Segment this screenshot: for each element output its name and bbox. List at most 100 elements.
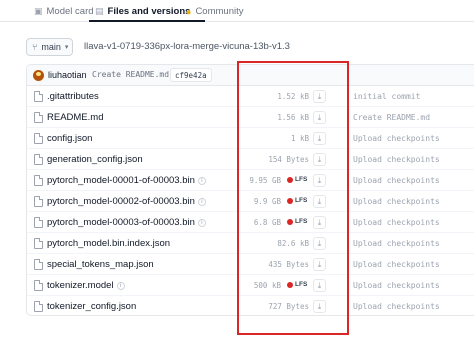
file-size: 9.95 GB (249, 176, 281, 185)
download-icon[interactable]: ⤓ (313, 258, 326, 271)
file-table: liuhaotian Create README.md cf9e42a .git… (26, 64, 474, 316)
file-name-text[interactable]: config.json (47, 133, 92, 144)
file-commit-message[interactable]: Upload checkpoints (353, 281, 440, 290)
download-icon[interactable]: ⤓ (313, 174, 326, 187)
file-commit-message[interactable]: initial commit (353, 92, 420, 101)
lfs-badge: LFS (287, 176, 307, 183)
file-row[interactable]: tokenizer_config.json 727 Bytes ⤓ Upload ch… (27, 296, 474, 315)
file-commit-message[interactable]: Upload checkpoints (353, 134, 440, 143)
file-name-text[interactable]: generation_config.json (47, 154, 143, 165)
download-icon[interactable]: ⤓ (313, 195, 326, 208)
tab-community[interactable]: ● Community (186, 3, 243, 20)
file-commit-message[interactable]: Upload checkpoints (353, 155, 440, 164)
lfs-icon (287, 176, 293, 183)
file-icon (34, 301, 43, 312)
commit-message[interactable]: Create README.md (92, 70, 169, 79)
file-name-text[interactable]: pytorch_model-00002-of-00003.bin (47, 196, 195, 207)
file-icon (34, 133, 43, 144)
download-icon[interactable]: ⤓ (313, 300, 326, 313)
file-name-text[interactable]: tokenizer.model (47, 280, 114, 291)
branch-icon: ⑂ (32, 42, 38, 52)
file-size: 435 Bytes (268, 260, 309, 269)
lfs-icon (287, 281, 293, 288)
download-icon[interactable]: ⤓ (313, 90, 326, 103)
file-name[interactable]: generation_config.json (47, 154, 143, 165)
tab-model-card[interactable]: ▣ Model card (34, 3, 94, 20)
info-icon[interactable]: i (197, 198, 206, 206)
file-row[interactable]: README.md 1.56 kB ⤓ Create README.md (27, 107, 474, 128)
avatar[interactable] (33, 70, 44, 81)
file-name[interactable]: tokenizer_config.json (47, 301, 136, 312)
file-icon (34, 196, 43, 207)
commit-author[interactable]: liuhaotian (48, 70, 87, 80)
download-icon[interactable]: ⤓ (313, 132, 326, 145)
tab-model-card-label: Model card (46, 6, 94, 17)
tab-files-label: Files and versions (107, 6, 191, 17)
lfs-badge: LFS (287, 281, 307, 288)
file-name[interactable]: pytorch_model-00001-of-00003.bin i (47, 175, 206, 186)
file-row[interactable]: config.json 1 kB ⤓ Upload checkpoints (27, 128, 474, 149)
download-icon[interactable]: ⤓ (313, 111, 326, 124)
file-size: 1 kB (290, 134, 309, 143)
info-icon[interactable]: i (116, 282, 125, 290)
file-size: 9.9 GB (253, 197, 281, 206)
file-icon (34, 238, 43, 249)
file-row[interactable]: pytorch_model-00003-of-00003.bin i 6.8 GB L… (27, 212, 474, 233)
file-name[interactable]: config.json (47, 133, 92, 144)
file-row[interactable]: generation_config.json 154 Bytes ⤓ Upload c… (27, 149, 474, 170)
repo-path: llava-v1-0719-336px-lora-merge-vicuna-13… (84, 41, 290, 52)
file-name[interactable]: pytorch_model-00003-of-00003.bin i (47, 217, 206, 228)
commit-hash[interactable]: cf9e42a (170, 68, 212, 82)
lfs-icon (287, 218, 293, 225)
lfs-label: LFS (295, 197, 308, 204)
file-commit-message[interactable]: Create README.md (353, 113, 430, 122)
file-name-text[interactable]: README.md (47, 112, 103, 123)
file-size: 727 Bytes (268, 302, 309, 311)
file-icon (34, 91, 43, 102)
lfs-icon (287, 197, 293, 204)
lfs-badge: LFS (287, 218, 307, 225)
file-name[interactable]: pytorch_model-00002-of-00003.bin i (47, 196, 206, 207)
file-name-text[interactable]: special_tokens_map.json (47, 259, 154, 270)
branch-selector[interactable]: ⑂ main ▾ (26, 38, 73, 56)
tab-files-and-versions[interactable]: ▤ Files and versions (95, 3, 190, 20)
file-name-text[interactable]: pytorch_model.bin.index.json (47, 238, 170, 249)
file-name[interactable]: special_tokens_map.json (47, 259, 154, 270)
download-icon[interactable]: ⤓ (313, 237, 326, 250)
file-icon (34, 217, 43, 228)
chevron-down-icon: ▾ (64, 44, 69, 51)
file-row[interactable]: pytorch_model.bin.index.json 82.6 kB ⤓ Uplo… (27, 233, 474, 254)
file-row[interactable]: pytorch_model-00001-of-00003.bin i 9.95 GB… (27, 170, 474, 191)
download-icon[interactable]: ⤓ (313, 216, 326, 229)
file-commit-message[interactable]: Upload checkpoints (353, 197, 440, 206)
file-icon (34, 259, 43, 270)
file-name[interactable]: .gitattributes (47, 91, 99, 102)
file-name-text[interactable]: pytorch_model-00003-of-00003.bin (47, 217, 195, 228)
lfs-badge: LFS (287, 197, 307, 204)
file-commit-message[interactable]: Upload checkpoints (353, 176, 440, 185)
download-icon[interactable]: ⤓ (313, 279, 326, 292)
file-name[interactable]: pytorch_model.bin.index.json (47, 238, 170, 249)
file-name-text[interactable]: .gitattributes (47, 91, 99, 102)
file-row[interactable]: pytorch_model-00002-of-00003.bin i 9.9 GB L… (27, 191, 474, 212)
file-icon (34, 112, 43, 123)
file-row[interactable]: special_tokens_map.json 435 Bytes ⤓ Upload … (27, 254, 474, 275)
file-row[interactable]: .gitattributes 1.52 kB ⤓ initial commit (27, 86, 474, 107)
file-size: 154 Bytes (268, 155, 309, 164)
file-name-text[interactable]: tokenizer_config.json (47, 301, 136, 312)
file-name[interactable]: README.md (47, 112, 103, 123)
file-commit-message[interactable]: Upload checkpoints (353, 239, 440, 248)
info-icon[interactable]: i (197, 177, 206, 185)
file-name[interactable]: tokenizer.model i (47, 280, 125, 291)
branch-label: main (41, 42, 61, 52)
download-icon[interactable]: ⤓ (313, 153, 326, 166)
file-size: 500 kB (253, 281, 281, 290)
file-commit-message[interactable]: Upload checkpoints (353, 218, 440, 227)
file-commit-message[interactable]: Upload checkpoints (353, 302, 440, 311)
file-size: 1.56 kB (277, 113, 309, 122)
info-icon[interactable]: i (197, 219, 206, 227)
file-row[interactable]: tokenizer.model i 500 kB LFS ⤓ Upload checkpo… (27, 275, 474, 296)
file-name-text[interactable]: pytorch_model-00001-of-00003.bin (47, 175, 195, 186)
lfs-label: LFS (295, 281, 308, 288)
file-commit-message[interactable]: Upload checkpoints (353, 260, 440, 269)
